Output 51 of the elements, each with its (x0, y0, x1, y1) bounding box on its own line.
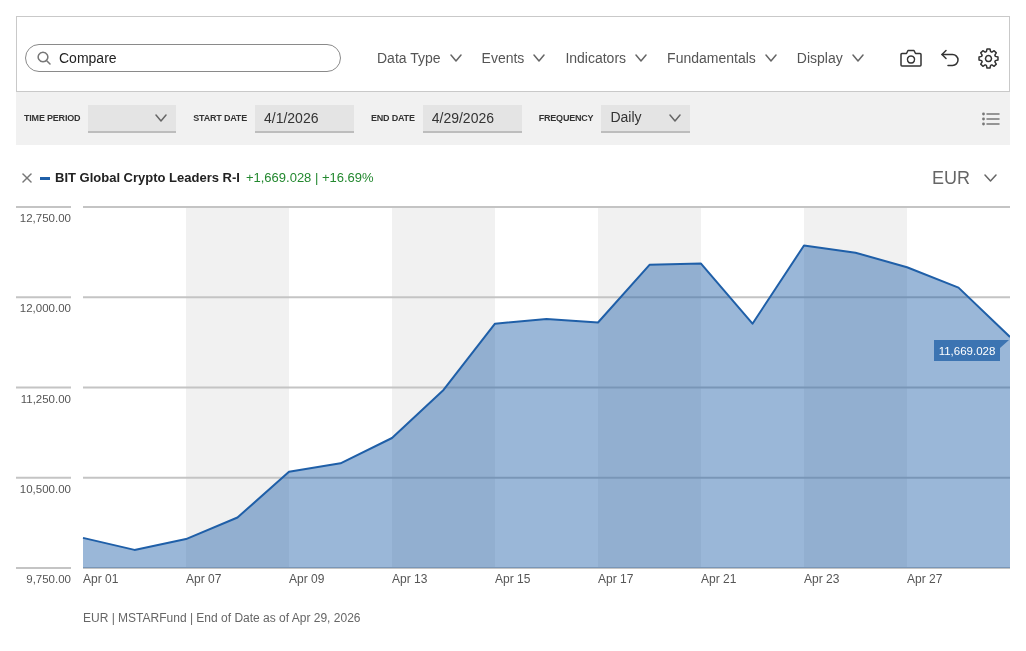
last-value-label: 11,669.028 (934, 339, 1009, 361)
remove-series-button[interactable] (22, 173, 32, 183)
y-axis-label: 10,500.00 (19, 482, 71, 495)
series-name: BIT Global Crypto Leaders R-I (55, 169, 240, 188)
list-icon (982, 111, 1000, 126)
chevron-down-icon (635, 54, 648, 62)
date-field[interactable]: 4/1/2026 (255, 104, 354, 133)
undo-button[interactable] (940, 49, 960, 67)
close-icon (22, 173, 32, 183)
search-icon (37, 51, 51, 65)
x-axis-label: Apr 07 (186, 572, 222, 586)
field-label: END DATE (371, 111, 415, 125)
x-axis-label: Apr 15 (495, 572, 531, 586)
search-field[interactable]: Compare (25, 44, 341, 72)
y-axis-label: 12,750.00 (19, 212, 71, 224)
chevron-down-icon (449, 54, 462, 62)
camera-button[interactable] (900, 49, 922, 67)
chevron-down-icon (155, 113, 168, 122)
dropdown-menu-button[interactable]: Fundamentals (667, 47, 777, 69)
chevron-down-icon (669, 113, 682, 122)
chevron-down-icon (764, 54, 777, 62)
y-axis-label: 12,000.00 (19, 302, 71, 315)
dropdown-menu-button[interactable]: Events (481, 47, 546, 69)
chevron-down-icon (851, 54, 864, 62)
undo-icon (940, 49, 960, 67)
dropdown-menu-button[interactable]: Display (796, 47, 864, 69)
field-label: FREQUENCY (538, 111, 594, 125)
dropdown-menu-button[interactable]: Data Type (377, 47, 462, 69)
chart-source-note: EUR | MSTARFund | End of Date as of Apr 29, 2026 (83, 611, 361, 625)
x-axis-label: Apr 27 (907, 572, 943, 586)
x-axis-label: Apr 09 (289, 572, 325, 586)
dropdown-menu-button[interactable]: Indicators (565, 47, 648, 69)
y-axis-label: 9,750.00 (26, 573, 71, 585)
settings-button[interactable] (978, 47, 999, 69)
x-axis-label: Apr 13 (392, 572, 428, 586)
list-view-button[interactable] (982, 111, 1000, 126)
settings-icon (978, 47, 999, 69)
y-axis-label: 11,250.00 (20, 392, 71, 405)
dropdown-select[interactable]: Daily (601, 104, 691, 133)
date-field[interactable]: 4/29/2026 (422, 104, 522, 133)
camera-icon (900, 49, 922, 67)
chevron-down-icon (984, 174, 997, 182)
series-change: +1,669.028 | +16.69% (245, 169, 374, 188)
field-label: START DATE (193, 111, 247, 125)
field-label: TIME PERIOD (24, 111, 81, 125)
x-axis-label: Apr 21 (701, 572, 737, 586)
x-axis-label: Apr 23 (804, 572, 840, 586)
x-axis-label: Apr 17 (598, 572, 634, 586)
chevron-down-icon (533, 54, 546, 62)
x-axis-label: Apr 01 (83, 572, 119, 586)
currency-select[interactable]: EUR (932, 164, 997, 192)
